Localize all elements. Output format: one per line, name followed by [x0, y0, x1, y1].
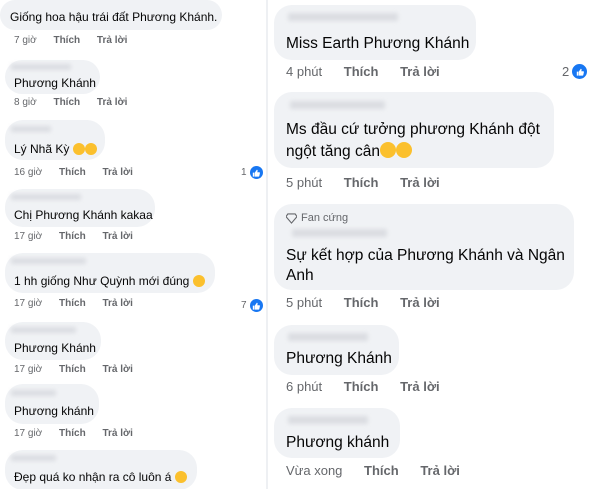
comment-text-line2: ngột tăng cân	[286, 141, 412, 162]
reply-button[interactable]: Trả lời	[97, 97, 127, 108]
comment-text-line1: Sự kết hợp của Phương Khánh và Ngân	[286, 247, 565, 264]
reply-button[interactable]: Trả lời	[400, 64, 440, 79]
reaction-count[interactable]: 1	[241, 166, 263, 179]
like-button[interactable]: Thích	[59, 167, 86, 178]
commenter-name	[11, 327, 76, 333]
like-icon	[249, 299, 263, 312]
commenter-name	[11, 126, 51, 132]
comment-text-line1: Ms đầu cứ tưởng phương Khánh đột	[286, 121, 540, 138]
commenter-name	[290, 101, 385, 109]
commenter-name	[288, 416, 368, 424]
reply-button[interactable]: Trả lời	[400, 379, 440, 394]
laughing-emoji-icon	[379, 142, 396, 158]
comment-text: Miss Earth Phương Khánh	[286, 35, 470, 52]
like-button[interactable]: Thích	[59, 298, 86, 309]
commenter-name	[288, 333, 368, 341]
comment-time: 17 giờ	[14, 428, 43, 439]
like-button[interactable]: Thích	[53, 97, 80, 108]
comment-text: Giống hoa hậu trái đất Phương Khánh.	[10, 10, 218, 24]
commenter-name	[292, 229, 387, 237]
like-button[interactable]: Thích	[364, 463, 399, 478]
comment-time: 6 phút	[286, 379, 323, 394]
reply-button[interactable]: Trả lời	[97, 35, 127, 46]
comment-meta: 6 phút Thích Trả lời	[286, 379, 440, 394]
comment-text: Phương Khánh	[14, 341, 96, 355]
reply-button[interactable]: Trả lời	[400, 175, 440, 190]
comment-text: Phương Khánh	[14, 76, 96, 90]
laughing-emoji-icon	[84, 143, 97, 155]
commenter-name	[11, 455, 56, 461]
commenter-name	[11, 194, 81, 200]
fan-badge-label: Fan cứng	[301, 212, 349, 224]
comment-meta: 7 giờ Thích Trả lời	[14, 35, 127, 46]
reply-button[interactable]: Trả lời	[400, 295, 440, 310]
laughing-emoji-icon	[395, 142, 412, 158]
comment-text: 1 hh giống Như Quỳnh mới đúng	[14, 274, 205, 288]
comment-text: Phương Khánh	[286, 350, 392, 367]
like-button[interactable]: Thích	[344, 379, 379, 394]
smirk-emoji-icon	[192, 275, 205, 287]
comment-meta: 16 giờ Thích Trả lời	[14, 167, 133, 178]
reply-button[interactable]: Trả lời	[102, 364, 132, 375]
comment-time: Vừa xong	[286, 463, 343, 478]
right-comment-list: Miss Earth Phương Khánh 4 phút Thích Trả…	[268, 0, 600, 489]
reply-button[interactable]: Trả lời	[420, 463, 460, 478]
comment-text: Phương khánh	[286, 434, 390, 451]
reply-button[interactable]: Trả lời	[102, 298, 132, 309]
reply-button[interactable]: Trả lời	[102, 231, 132, 242]
like-button[interactable]: Thích	[53, 35, 80, 46]
comment-meta: 4 phút Thích Trả lời	[286, 64, 440, 79]
comment-text: Lý Nhã Kỳ	[14, 142, 97, 156]
comment-time: 4 phút	[286, 64, 323, 79]
like-button[interactable]: Thích	[344, 295, 379, 310]
comment-text: Đẹp quá ko nhận ra cô luôn á	[14, 470, 187, 484]
reply-button[interactable]: Trả lời	[102, 167, 132, 178]
like-button[interactable]: Thích	[59, 364, 86, 375]
reply-button[interactable]: Trả lời	[102, 428, 132, 439]
left-comment-list: Giống hoa hậu trái đất Phương Khánh. 7 g…	[0, 0, 268, 489]
comment-text: Chị Phương Khánh kakaa	[14, 208, 153, 222]
reaction-count[interactable]: 7	[241, 299, 263, 312]
comment-time: 7 giờ	[14, 35, 37, 46]
like-button[interactable]: Thích	[344, 175, 379, 190]
like-button[interactable]: Thích	[59, 231, 86, 242]
comment-meta: 5 phút Thích Trả lời	[286, 175, 440, 190]
comment-time: 5 phút	[286, 295, 323, 310]
comment-meta: 5 phút Thích Trả lời	[286, 295, 440, 310]
diamond-icon	[286, 212, 297, 224]
comment-meta: Vừa xong Thích Trả lời	[286, 463, 460, 478]
comment-time: 17 giờ	[14, 364, 43, 375]
comment-meta: 8 giờ Thích Trả lời	[14, 97, 127, 108]
like-button[interactable]: Thích	[344, 64, 379, 79]
comment-meta: 17 giờ Thích Trả lời	[14, 364, 133, 375]
comment-time: 17 giờ	[14, 298, 43, 309]
comment-time: 16 giờ	[14, 167, 43, 178]
reaction-count[interactable]: 2	[562, 64, 588, 79]
comment-time: 17 giờ	[14, 231, 43, 242]
commenter-name	[11, 390, 56, 396]
like-icon	[572, 64, 588, 79]
commenter-name	[11, 64, 71, 70]
comment-time: 5 phút	[286, 175, 323, 190]
laughing-emoji-icon	[72, 143, 85, 155]
smile-emoji-icon	[174, 471, 187, 483]
like-icon	[249, 166, 263, 179]
fan-badge: Fan cứng	[286, 212, 348, 224]
comment-meta: 17 giờ Thích Trả lời	[14, 231, 133, 242]
comment-meta: 17 giờ Thích Trả lời	[14, 428, 133, 439]
comment-time: 8 giờ	[14, 97, 37, 108]
comment-text-line2: Anh	[286, 267, 314, 284]
comment-meta: 17 giờ Thích Trả lời	[14, 298, 133, 309]
like-button[interactable]: Thích	[59, 428, 86, 439]
commenter-name	[11, 258, 86, 264]
comment-text: Phương khánh	[14, 404, 94, 418]
commenter-name	[288, 13, 398, 21]
